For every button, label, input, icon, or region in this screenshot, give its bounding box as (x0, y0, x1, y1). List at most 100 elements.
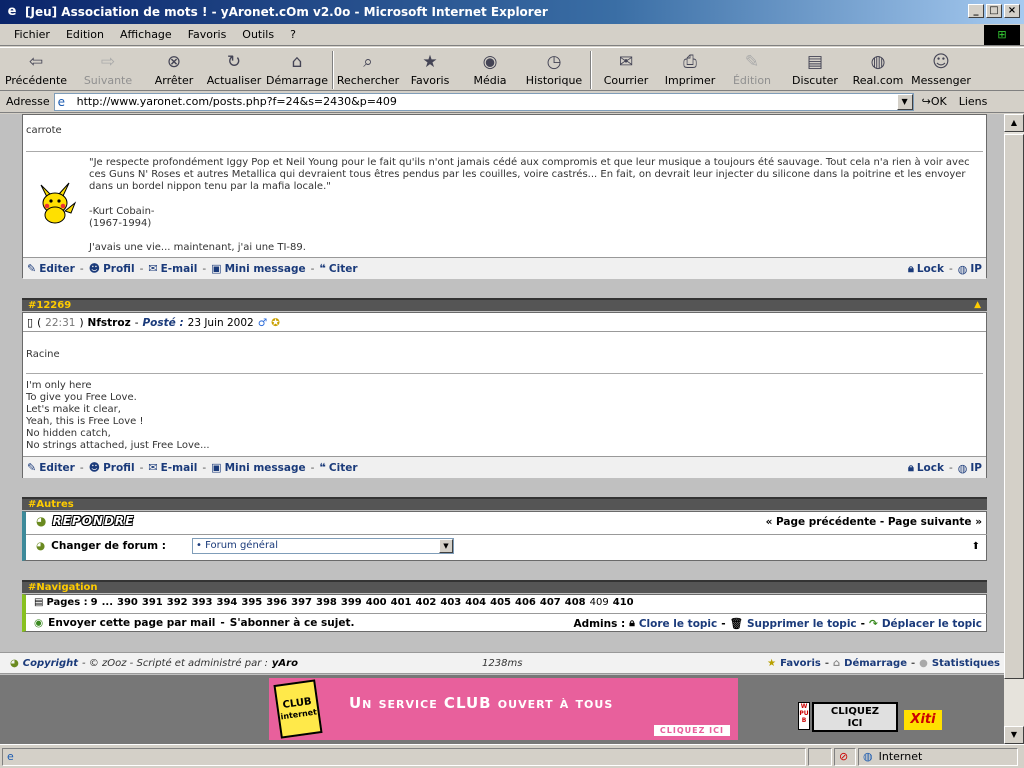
favorites-button[interactable]: ★ Favoris (400, 48, 460, 87)
mail-button[interactable]: ✉ Courrier (594, 48, 658, 87)
pikachu-avatar-icon (40, 182, 77, 224)
page-link[interactable]: 9 (91, 597, 98, 608)
page-link[interactable]: 405 (490, 597, 511, 608)
close-topic-link[interactable]: Clore le topic (639, 618, 717, 630)
club-internet-banner[interactable]: CLUB internet Un service CLUB ouvert à t… (269, 678, 738, 740)
profile-link[interactable]: ☻ Profil (89, 461, 135, 474)
scroll-up-button[interactable]: ▲ (1004, 114, 1024, 132)
close-button[interactable]: × (1004, 4, 1020, 18)
page-link[interactable]: 398 (316, 597, 337, 608)
media-icon: ◉ (482, 52, 498, 72)
minimize-button[interactable]: _ (968, 4, 984, 18)
back-button[interactable]: ⇦ Précédente (0, 48, 72, 87)
footer-favorites-link[interactable]: Favoris (780, 658, 821, 669)
page-link[interactable]: 408 (565, 597, 586, 608)
menu-help[interactable]: ? (282, 28, 304, 41)
ip-link[interactable]: ◍ IP (958, 462, 982, 475)
menu-edition[interactable]: Edition (58, 28, 112, 41)
page-link[interactable]: 393 (192, 597, 213, 608)
email-link[interactable]: ✉ E-mail (148, 262, 197, 275)
admin-name[interactable]: yAro (272, 658, 298, 669)
menu-affichage[interactable]: Affichage (112, 28, 180, 41)
signature-line: No hidden catch, (26, 428, 111, 439)
edit-button[interactable]: ✎ Édition (722, 48, 782, 87)
page-link[interactable]: 407 (540, 597, 561, 608)
subscribe-link[interactable]: S'abonner à ce sujet. (230, 617, 355, 629)
email-link[interactable]: ✉ E-mail (148, 461, 197, 474)
banner-cta[interactable]: CLIQUEZ ICI (653, 725, 730, 736)
media-button[interactable]: ◉ Média (460, 48, 520, 87)
footer-home-link[interactable]: Démarrage (844, 658, 907, 669)
page-link[interactable]: 400 (366, 597, 387, 608)
scroll-thumb[interactable] (1004, 134, 1024, 679)
scroll-top-arrow-icon[interactable]: ⬆ (972, 541, 980, 552)
footer-stats-link[interactable]: Statistiques (932, 658, 1000, 669)
forward-button[interactable]: ⇨ Suivante (72, 48, 144, 87)
post-id[interactable]: #12269 (28, 300, 71, 311)
post-author[interactable]: Nfstroz (88, 317, 131, 329)
navigation-panel: ▤ Pages : 9... 390 391 392 393 394 395 396 397 39… (22, 594, 987, 632)
scroll-down-button[interactable]: ▼ (1004, 726, 1024, 744)
menu-favoris[interactable]: Favoris (180, 28, 235, 41)
lock-link[interactable]: 🔒︎ Lock (908, 262, 944, 276)
forum-select[interactable]: • Forum général ▼ (192, 538, 454, 554)
discuss-button[interactable]: ▤ Discuter (782, 48, 848, 87)
next-page-link[interactable]: Page suivante » (888, 516, 982, 528)
wpub-click-button[interactable]: CLIQUEZ ICI (812, 702, 898, 732)
stop-button[interactable]: ⊗ Arrêter (144, 48, 204, 87)
page-link[interactable]: 392 (167, 597, 188, 608)
copyright-link[interactable]: Copyright (23, 658, 78, 669)
quote-link[interactable]: ❝ Citer (319, 262, 357, 275)
status-zone: ◍ Internet (858, 747, 1018, 766)
page-link[interactable]: 394 (217, 597, 238, 608)
delete-topic-link[interactable]: Supprimer le topic (747, 618, 857, 630)
vertical-scrollbar[interactable]: ▲ ▼ (1004, 114, 1024, 744)
club-internet-logo: CLUB internet (273, 679, 323, 739)
page-link[interactable]: 410 (613, 597, 634, 608)
page-link[interactable]: 397 (291, 597, 312, 608)
page-link[interactable]: 401 (391, 597, 412, 608)
address-input[interactable]: e http://www.yaronet.com/posts.php?f=24&… (53, 92, 914, 111)
real-button[interactable]: ◍ Real.com (848, 48, 908, 87)
page-link[interactable]: 403 (440, 597, 461, 608)
xiti-logo[interactable]: Xiti (904, 710, 942, 730)
page-link[interactable]: 402 (416, 597, 437, 608)
ip-link[interactable]: ◍ IP (958, 263, 982, 276)
toolbar-separator (590, 51, 592, 89)
menu-fichier[interactable]: Fichier (6, 28, 58, 41)
page-link[interactable]: 395 (241, 597, 262, 608)
go-button[interactable]: ↪OK (922, 95, 947, 108)
page-link[interactable]: 399 (341, 597, 362, 608)
messenger-button[interactable]: ☺ Messenger (908, 48, 974, 87)
previous-page-link[interactable]: « Page précédente (766, 516, 877, 528)
page-link[interactable]: 396 (266, 597, 287, 608)
history-button[interactable]: ◷ Historique (520, 48, 588, 87)
page-links: 9... 390 391 392 393 394 395 396 397 398 399 400 401… (91, 597, 634, 608)
home-icon: ⌂ (833, 657, 841, 669)
print-button[interactable]: ⎙ Imprimer (658, 48, 722, 87)
quote-link[interactable]: ❝ Citer (319, 461, 357, 474)
page-link[interactable]: 406 (515, 597, 536, 608)
lock-link[interactable]: 🔒︎ Lock (908, 461, 944, 475)
search-button[interactable]: ⌕ Rechercher (336, 48, 400, 87)
globe-icon: ◍ (957, 461, 968, 475)
page-link[interactable]: 404 (465, 597, 486, 608)
reply-button[interactable]: REPONDRE (52, 514, 134, 528)
maximize-button[interactable]: □ (986, 4, 1002, 18)
profile-link[interactable]: ☻ Profil (89, 262, 135, 275)
page-link[interactable]: 391 (142, 597, 163, 608)
scroll-top-icon[interactable]: ▲ (974, 300, 981, 311)
move-topic-link[interactable]: Déplacer le topic (882, 618, 982, 630)
edit-link[interactable]: ✎ Editer (27, 262, 75, 275)
edit-link[interactable]: ✎ Editer (27, 461, 75, 474)
home-button[interactable]: ⌂ Démarrage (264, 48, 330, 87)
page-link[interactable]: 390 (117, 597, 138, 608)
links-toolbar[interactable]: Liens (959, 95, 988, 108)
send-page-link[interactable]: Envoyer cette page par mail (48, 617, 215, 629)
refresh-button[interactable]: ↻ Actualiser (204, 48, 264, 87)
mini-message-link[interactable]: ▣ Mini message (211, 262, 305, 275)
chevron-down-icon[interactable]: ▼ (439, 539, 453, 553)
mini-message-link[interactable]: ▣ Mini message (211, 461, 305, 474)
address-dropdown-button[interactable]: ▼ (896, 93, 913, 110)
menu-outils[interactable]: Outils (234, 28, 282, 41)
